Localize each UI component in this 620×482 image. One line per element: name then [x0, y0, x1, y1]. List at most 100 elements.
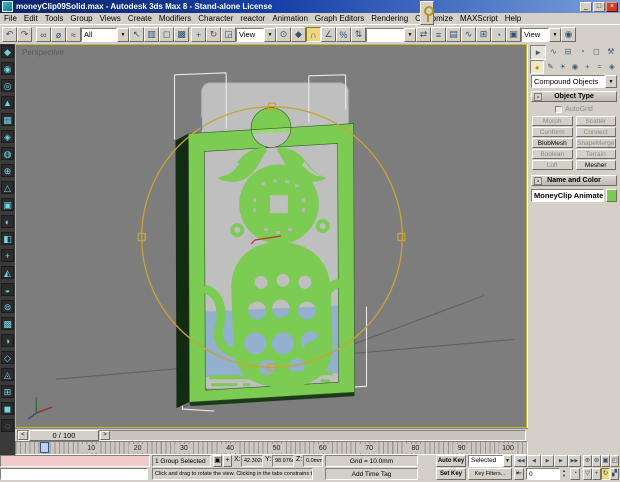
set-key-button[interactable]: Set Key — [436, 468, 466, 480]
subcategory-dropdown[interactable]: Compound Objects ▼ — [531, 75, 617, 88]
window-crossing-icon[interactable]: ▩ — [174, 27, 189, 42]
object-type-button[interactable]: Morph — [532, 116, 573, 126]
reactor-toolbar-button[interactable]: ◭ — [1, 266, 14, 279]
tab-modify[interactable]: ∿ — [546, 45, 560, 58]
select-and-scale-icon[interactable]: ◲ — [221, 27, 236, 42]
category-cameras[interactable]: ◉ — [569, 60, 581, 72]
use-pivot-center-icon[interactable]: ⊙ — [276, 27, 291, 42]
material-editor-icon[interactable]: ◔ — [491, 27, 506, 42]
track-bar[interactable]: 10 20 30 40 50 60 70 80 90 100 — [15, 441, 528, 455]
object-type-button[interactable]: Boolean — [532, 149, 573, 159]
tab-create[interactable]: ► — [530, 45, 547, 60]
close-button[interactable]: × — [606, 1, 618, 12]
pan-button[interactable]: + — [592, 468, 601, 480]
object-type-button[interactable]: ShapeMerge — [575, 138, 616, 148]
key-mode-toggle-icon[interactable]: ⇤ — [514, 468, 524, 480]
reactor-toolbar-button[interactable]: ◎ — [1, 79, 14, 92]
menu-item[interactable]: Graph Editors — [315, 14, 364, 23]
reference-coordinate-dropdown[interactable]: View ▼ — [236, 27, 276, 42]
zoom-extents-all-button[interactable]: ◰ — [610, 455, 619, 467]
chevron-down-icon[interactable]: ▼ — [605, 75, 617, 88]
add-time-tag[interactable]: Add Time Tag — [325, 468, 418, 480]
zoom-all-button[interactable]: ⊛ — [592, 455, 601, 467]
arc-rotate-button[interactable]: ↻ — [601, 468, 610, 480]
chevron-down-icon[interactable]: ▼ — [117, 27, 129, 42]
previous-frame-button[interactable]: ◀ — [527, 455, 541, 467]
menu-item[interactable]: Group — [70, 14, 92, 23]
object-type-button[interactable]: Mesher — [575, 160, 616, 170]
redo-icon[interactable]: ↷ — [17, 27, 32, 42]
next-frame-nub[interactable]: > — [100, 431, 110, 440]
object-type-button[interactable]: Conform — [532, 127, 573, 137]
reactor-toolbar-button[interactable]: ◉ — [1, 62, 14, 75]
curve-editor-icon[interactable]: ∿ — [461, 27, 476, 42]
reactor-toolbar-button[interactable]: ◬ — [1, 368, 14, 381]
category-systems[interactable]: ◈ — [606, 60, 618, 72]
reactor-toolbar-button[interactable]: ◍ — [1, 147, 14, 160]
mirror-icon[interactable]: ⇄ — [416, 27, 431, 42]
go-to-end-button[interactable]: ▶▶ — [567, 455, 582, 467]
object-type-button[interactable]: Terrain — [575, 149, 616, 159]
named-selection-sets-dropdown[interactable]: ▼ — [366, 27, 416, 42]
key-filters-button[interactable]: Key Filters... — [468, 468, 512, 480]
time-slider-handle[interactable]: 0 / 100 — [29, 430, 99, 441]
zoom-button[interactable]: ⊕ — [583, 455, 592, 467]
min-max-toggle-button[interactable]: ▞ — [610, 468, 619, 480]
field-of-view-button[interactable]: ▽ — [583, 468, 592, 480]
reactor-toolbar-button[interactable]: ▦ — [1, 113, 14, 126]
reactor-toolbar-button[interactable]: ◈ — [1, 130, 14, 143]
object-type-button[interactable]: Connect — [575, 127, 616, 137]
autogrid-checkbox[interactable] — [555, 105, 563, 113]
current-frame-marker[interactable] — [40, 442, 49, 453]
menu-item[interactable]: Views — [100, 14, 121, 23]
menu-item[interactable]: Tools — [45, 14, 64, 23]
reactor-toolbar-button[interactable]: ◆ — [1, 45, 14, 58]
name-color-rollout-header[interactable]: - Name and Color — [531, 175, 617, 186]
minimize-button[interactable]: _ — [580, 1, 592, 12]
reactor-toolbar-button[interactable]: ◌ — [1, 419, 14, 432]
chevron-down-icon[interactable]: ▼ — [264, 27, 276, 42]
object-type-button[interactable]: Scatter — [575, 116, 616, 126]
frame-spinner[interactable]: ▲ ▼ — [560, 468, 568, 480]
select-and-link-icon[interactable]: ∞ — [36, 27, 51, 42]
reactor-toolbar-button[interactable]: ▣ — [1, 198, 14, 211]
align-icon[interactable]: ≡ — [431, 27, 446, 42]
previous-frame-nub[interactable]: < — [18, 431, 28, 440]
y-coordinate-field[interactable]: 98.976mm — [272, 455, 294, 467]
category-lights[interactable]: ☀ — [557, 60, 569, 72]
select-and-rotate-icon[interactable]: ↻ — [206, 27, 221, 42]
selection-lock-icon[interactable]: ▣ — [213, 455, 222, 467]
object-color-swatch[interactable] — [606, 189, 617, 202]
perspective-viewport[interactable]: Perspective — [15, 44, 527, 428]
spinner-down-icon[interactable]: ▼ — [562, 473, 566, 478]
category-shapes[interactable]: ✎ — [544, 60, 556, 72]
reactor-toolbar-button[interactable]: ◼ — [1, 402, 14, 415]
chevron-down-icon[interactable]: ▼ — [503, 455, 512, 467]
reactor-toolbar-button[interactable]: ▲ — [1, 96, 14, 109]
time-configuration-icon[interactable]: ◔ — [570, 468, 580, 480]
undo-icon[interactable]: ↶ — [2, 27, 17, 42]
reactor-toolbar-button[interactable]: ⊞ — [1, 385, 14, 398]
collapse-icon[interactable]: - — [534, 93, 542, 101]
menu-item[interactable]: Create — [128, 14, 152, 23]
reactor-toolbar-button[interactable]: ◒ — [1, 283, 14, 296]
menu-item[interactable]: reactor — [240, 14, 265, 23]
menu-item[interactable]: Character — [198, 14, 233, 23]
tab-hierarchy[interactable]: ⊟ — [561, 45, 575, 58]
menu-item[interactable]: Animation — [272, 14, 308, 23]
maxscript-mini-listener[interactable] — [0, 468, 148, 480]
restore-button[interactable]: □ — [593, 1, 605, 12]
category-geometry[interactable]: ● — [530, 60, 545, 74]
category-space-warps[interactable]: ≈ — [593, 60, 605, 72]
bind-to-space-warp-icon[interactable]: ≈ — [66, 27, 81, 42]
play-button[interactable]: ▶ — [540, 455, 555, 467]
current-frame-field[interactable]: 0 — [526, 468, 560, 480]
reactor-toolbar-button[interactable]: ⊕ — [1, 164, 14, 177]
reactor-toolbar-button[interactable]: ◐ — [1, 215, 14, 228]
z-coordinate-field[interactable]: 0.0mm — [303, 455, 323, 467]
menu-item[interactable]: Modifiers — [159, 14, 191, 23]
select-by-name-icon[interactable]: ▥ — [144, 27, 159, 42]
menu-item[interactable]: MAXScript — [460, 14, 498, 23]
render-scene-icon[interactable]: ▣ — [506, 27, 521, 42]
schematic-view-icon[interactable]: ⊞ — [476, 27, 491, 42]
